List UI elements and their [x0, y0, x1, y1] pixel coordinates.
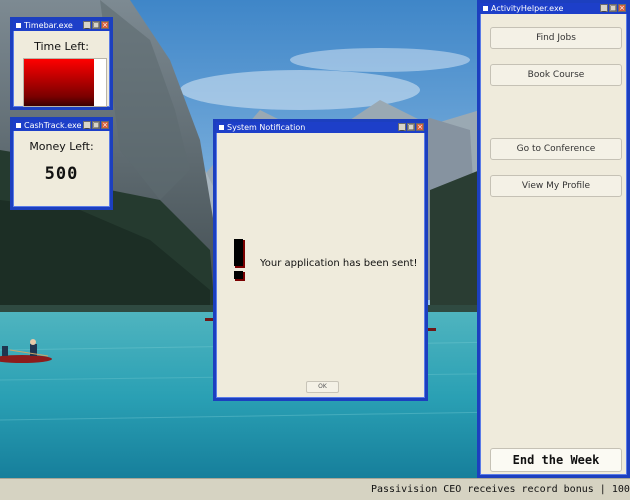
notification-title: System Notification [227, 123, 306, 132]
minimize-icon[interactable]: _ [83, 21, 91, 29]
window-controls: _ □ × [83, 121, 109, 130]
window-controls: _ □ × [600, 4, 626, 13]
window-app-icon [16, 123, 21, 128]
exclamation-icon [234, 239, 245, 281]
close-icon[interactable]: × [101, 121, 109, 129]
notification-message: Your application has been sent! [260, 258, 418, 269]
minimize-icon[interactable]: _ [83, 121, 91, 129]
timebar-titlebar[interactable]: Timebar.exe _ □ × [13, 20, 110, 31]
money-left-label: Money Left: [29, 140, 94, 153]
go-to-conference-button[interactable]: Go to Conference [490, 138, 622, 160]
news-ticker-text: Passivision CEO receives record bonus | … [371, 484, 630, 495]
helper-title: ActivityHelper.exe [491, 4, 564, 13]
helper-titlebar[interactable]: ActivityHelper.exe _ □ × [480, 3, 627, 14]
time-left-fill [24, 59, 94, 106]
window-app-icon [483, 6, 488, 11]
cashtrack-window: CashTrack.exe _ □ × Money Left: 500 [10, 117, 113, 210]
news-ticker: Passivision CEO receives record bonus | … [0, 478, 630, 500]
cashtrack-titlebar[interactable]: CashTrack.exe _ □ × [13, 120, 110, 131]
minimize-icon[interactable]: _ [600, 4, 608, 12]
maximize-icon[interactable]: □ [407, 123, 415, 131]
window-app-icon [16, 23, 21, 28]
book-course-button[interactable]: Book Course [490, 64, 622, 86]
window-controls: _ □ × [83, 21, 109, 30]
money-left-value: 500 [44, 164, 79, 184]
maximize-icon[interactable]: □ [92, 21, 100, 29]
minimize-icon[interactable]: _ [398, 123, 406, 131]
window-controls: _ □ × [398, 123, 424, 132]
system-notification-window: System Notification _ □ × Your applicati… [213, 119, 428, 401]
end-the-week-button[interactable]: End the Week [490, 448, 622, 472]
timebar-title: Timebar.exe [24, 21, 73, 30]
notification-titlebar[interactable]: System Notification _ □ × [216, 122, 425, 133]
window-app-icon [219, 125, 224, 130]
view-my-profile-button[interactable]: View My Profile [490, 175, 622, 197]
close-icon[interactable]: × [101, 21, 109, 29]
close-icon[interactable]: × [416, 123, 424, 131]
time-left-label: Time Left: [34, 40, 89, 53]
close-icon[interactable]: × [618, 4, 626, 12]
activity-helper-window: ActivityHelper.exe _ □ × Find Jobs Book … [477, 0, 630, 478]
find-jobs-button[interactable]: Find Jobs [490, 27, 622, 49]
ok-button[interactable]: OK [306, 381, 339, 393]
maximize-icon[interactable]: □ [609, 4, 617, 12]
timebar-window: Timebar.exe _ □ × Time Left: [10, 17, 113, 110]
maximize-icon[interactable]: □ [92, 121, 100, 129]
cashtrack-title: CashTrack.exe [24, 121, 82, 130]
time-left-meter [23, 58, 107, 107]
